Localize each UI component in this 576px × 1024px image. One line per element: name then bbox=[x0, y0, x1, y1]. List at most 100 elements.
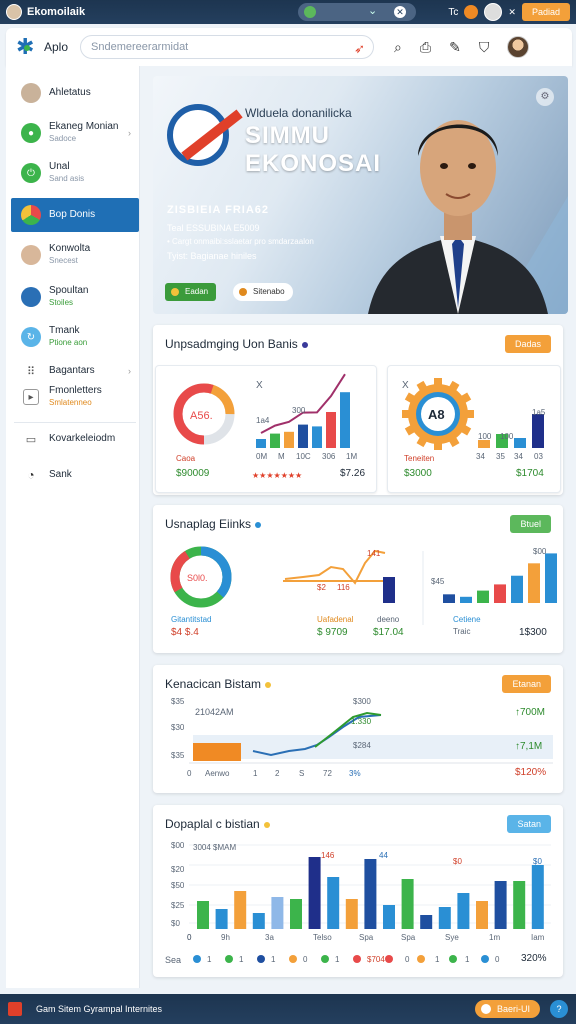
help-icon[interactable]: ? bbox=[550, 1000, 568, 1018]
bar bbox=[476, 901, 488, 929]
legend-swatch bbox=[417, 955, 425, 963]
shield-icon[interactable]: ⛉ bbox=[479, 39, 490, 56]
rocket-icon[interactable]: ➶ bbox=[354, 38, 365, 60]
bar bbox=[494, 881, 507, 929]
metrics-card: Usnaplag Eiinks Btuel S0l0. Gitantitstad… bbox=[153, 505, 563, 653]
sidebar-item-bagantars[interactable]: ⠿ Bagantars › bbox=[11, 360, 139, 382]
y-tick-label: $0 bbox=[171, 919, 180, 928]
sidebar-item-sank[interactable]: ◔ Sank bbox=[11, 458, 139, 492]
folder-icon: ▭ bbox=[21, 429, 41, 449]
bar-group bbox=[256, 392, 350, 448]
sidebar-item-tmank[interactable]: ↻ Tmank Ptione aon bbox=[11, 320, 139, 354]
sidebar-item-sub: Snecest bbox=[49, 256, 78, 265]
search-placeholder: Sndemereerarmidat bbox=[91, 41, 189, 53]
x-tick-label: Aenwo bbox=[205, 769, 230, 778]
hero-line-4: Tyist: Bagianae hiniles bbox=[167, 251, 257, 261]
sidebar-item-sub: Sadoce bbox=[49, 134, 77, 143]
hero-line-3: • Cargt onmaibi:sslaetar pro smdarzaalon bbox=[167, 237, 314, 246]
search-icon[interactable]: ⌕ bbox=[394, 39, 402, 56]
bar-label: $0 bbox=[533, 857, 542, 866]
bar bbox=[327, 877, 340, 929]
card-action-button[interactable]: Dadas bbox=[504, 335, 551, 353]
footer-bar: Gam Sitem Gyrampal Internites Baeri-UI ? bbox=[0, 994, 576, 1024]
legend-swatch bbox=[481, 955, 489, 963]
pen-icon[interactable]: ✎ bbox=[449, 39, 461, 56]
legend-label: Sea bbox=[165, 955, 182, 965]
bar-label: 146 bbox=[321, 851, 335, 860]
chart-tag: 116 bbox=[337, 583, 350, 592]
hero-title: SIMMU bbox=[245, 122, 330, 149]
titlebar-action-button[interactable]: Padiad bbox=[521, 3, 570, 21]
bar bbox=[340, 392, 350, 448]
search-input[interactable]: Sndemereerarmidat ➶ bbox=[80, 35, 375, 60]
hero-banner: Wlduela donanilicka SIMMU EKONOSAI ZISBI… bbox=[153, 76, 568, 314]
gear-tooth bbox=[402, 410, 412, 418]
legend-value: 1 bbox=[435, 955, 440, 964]
x-tick-label: Sye bbox=[445, 933, 459, 942]
sidebar-item-spoultan[interactable]: Spoultan Stoiles bbox=[11, 280, 139, 314]
x-tick-label: 0 bbox=[187, 933, 192, 942]
user-icon bbox=[21, 83, 41, 103]
bar bbox=[457, 893, 470, 929]
kpi-value: ↑700M bbox=[515, 707, 546, 718]
kpi-panel-right: X A8 Teneiten $3000 100 100 1a5 34 35 34… bbox=[387, 365, 561, 493]
donut-label: S0l0. bbox=[187, 573, 208, 583]
avatar[interactable] bbox=[507, 36, 530, 58]
chart-tag: $284 bbox=[353, 741, 371, 750]
app-name: Aplo bbox=[44, 40, 69, 54]
legend-value: 0 bbox=[405, 955, 410, 964]
sidebar-item-unal[interactable]: ⏻ Unal Sand asis bbox=[11, 156, 139, 190]
kpi-value: $3000 bbox=[404, 468, 432, 479]
hero-line-2: Teal ESSUBINA E5009 bbox=[167, 223, 260, 233]
bar bbox=[478, 440, 490, 448]
sidebar-item-konwolta[interactable]: Konwolta Snecest bbox=[11, 238, 139, 272]
brand-logo-icon bbox=[167, 104, 229, 166]
legend-value: 1 bbox=[207, 955, 212, 964]
bar bbox=[326, 412, 336, 448]
user-avatar[interactable] bbox=[484, 3, 503, 21]
document-icon[interactable]: ⎙ bbox=[420, 39, 431, 56]
bar-group bbox=[197, 857, 544, 929]
language-label[interactable]: Tc bbox=[448, 7, 458, 18]
sidebar-item-fmonletters[interactable]: ▸ Fmonletters Smlatenneo bbox=[11, 380, 139, 414]
footer-text: Gam Sitem Gyrampal Internites bbox=[36, 1004, 163, 1014]
chevron-down-icon[interactable]: ⌄ bbox=[368, 4, 377, 17]
footer-action-button[interactable]: Baeri-UI bbox=[474, 1000, 540, 1018]
x-tick-label: 34 bbox=[514, 452, 523, 461]
hero-secondary-button[interactable]: Sitenabo bbox=[233, 283, 293, 301]
bar bbox=[290, 899, 302, 929]
sidebar-item-bop-donis[interactable]: Bop Donis bbox=[11, 198, 139, 232]
kpi-panel-left: ★★★★★★★ X A56. Caoa $90009 1a4 300 0M M … bbox=[155, 365, 377, 493]
chevron-right-icon: › bbox=[128, 366, 131, 376]
legend-value: 1 bbox=[271, 955, 276, 964]
power-icon: ⏻ bbox=[21, 163, 41, 183]
y-tick-label: $20 bbox=[171, 865, 185, 874]
close-icon[interactable]: ✕ bbox=[394, 6, 406, 18]
bar bbox=[383, 577, 395, 603]
legend-swatch bbox=[385, 955, 393, 963]
sidebar-item-label: Kovarkeleiodm bbox=[49, 433, 116, 444]
chart-tag: 141 bbox=[367, 549, 381, 558]
kpi-caption: Teneiten bbox=[404, 454, 435, 463]
close-icon[interactable]: ✕ bbox=[508, 7, 516, 18]
x-tick-label: S bbox=[299, 769, 305, 778]
x-tick-label: 10C bbox=[296, 452, 311, 461]
bar bbox=[511, 575, 523, 603]
notification-badge[interactable] bbox=[464, 5, 479, 19]
bar bbox=[420, 915, 433, 929]
x-tick-label: 306 bbox=[322, 452, 336, 461]
sidebar-item-ahletatus[interactable]: Ahletatus bbox=[11, 76, 139, 110]
window-titlebar: Ekomoilaik ⌄ ✕ Tc ✕ Padiad bbox=[0, 0, 576, 24]
sidebar-item-ekaneg[interactable]: ● Ekaneg Monian Sadoce › bbox=[11, 116, 139, 150]
x-tick-label: Telso bbox=[313, 933, 332, 942]
leaf-icon: ● bbox=[21, 123, 41, 143]
sidebar-item-label: Bop Donis bbox=[49, 209, 96, 220]
bar bbox=[401, 879, 414, 929]
titlebar-search[interactable]: ⌄ ✕ bbox=[298, 3, 416, 21]
y-tick-label: $35 bbox=[171, 697, 185, 706]
chart-tag: 21042AM bbox=[195, 707, 234, 717]
bar bbox=[256, 439, 266, 448]
sidebar-item-kovarkeleiodm[interactable]: ▭ Kovarkeleiodm bbox=[11, 422, 139, 456]
sidebar-item-label: Spoultan bbox=[49, 285, 89, 296]
hero-primary-button[interactable]: Eadan bbox=[165, 283, 217, 301]
